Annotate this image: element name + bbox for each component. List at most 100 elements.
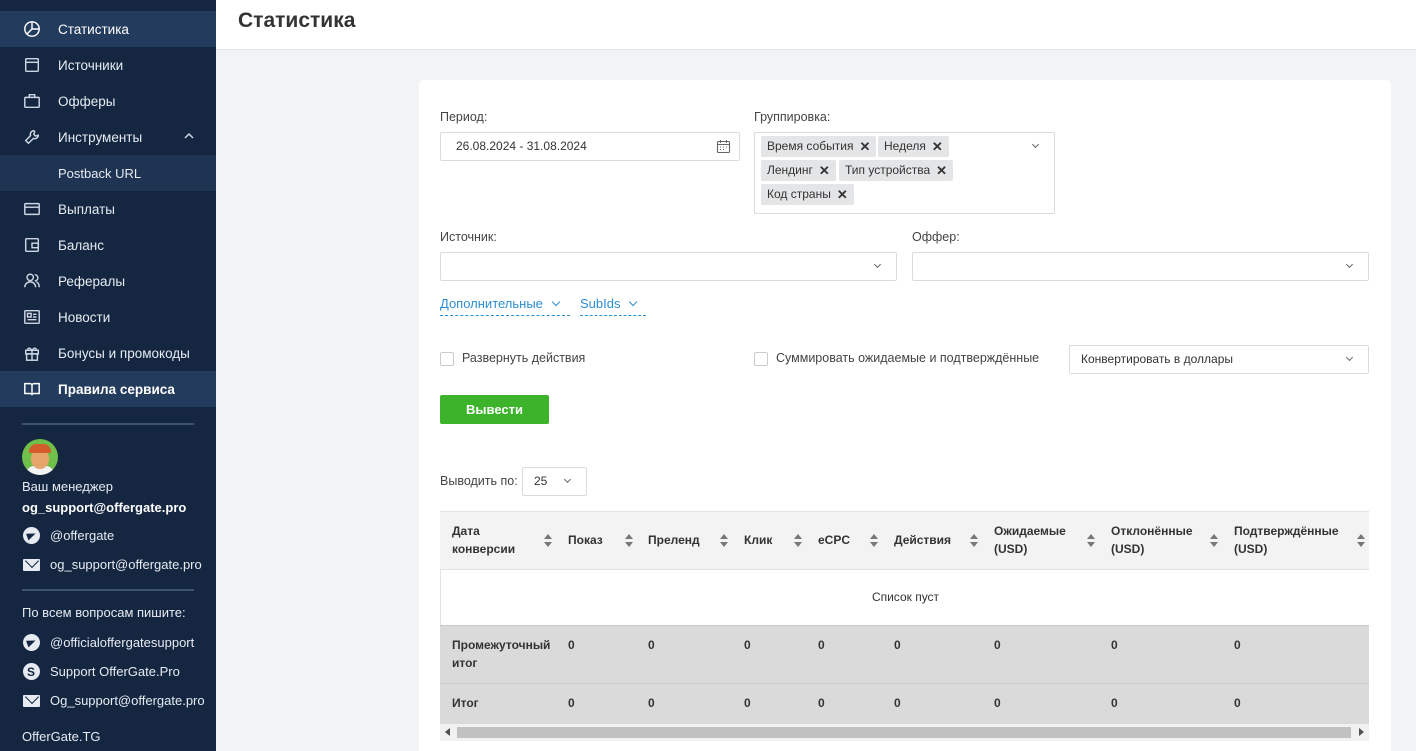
offer-select[interactable]	[912, 252, 1369, 281]
grouping-tag[interactable]: Неделя ✕	[878, 136, 949, 157]
subtotal-label: Промежуточный итог	[452, 638, 551, 670]
wrench-icon	[22, 127, 42, 147]
subtotal-cell: 0	[568, 638, 575, 652]
grouping-tag[interactable]: Тип устройства ✕	[839, 160, 954, 181]
sidebar-item-service-rules[interactable]: Правила сервиса	[0, 371, 216, 407]
book-icon	[22, 379, 42, 399]
support-mail-link[interactable]: Og_support@offergate.pro	[0, 686, 216, 715]
sort-icon[interactable]	[720, 534, 728, 548]
column-header[interactable]: Ожидаемые (USD)	[994, 522, 1074, 558]
sort-icon[interactable]	[1087, 534, 1095, 548]
users-icon	[22, 271, 42, 291]
period-label: Период:	[440, 110, 488, 124]
column-header[interactable]: Показ	[568, 531, 603, 549]
window-icon	[22, 55, 42, 75]
column-header[interactable]: Преленд	[648, 531, 700, 549]
manager-mail-text: og_support@offergate.pro	[50, 557, 202, 572]
table-empty-row: Список пуст	[440, 570, 1369, 625]
sort-icon[interactable]	[625, 534, 633, 548]
support-skype-link[interactable]: S Support OfferGate.Pro	[0, 657, 216, 686]
sidebar-item-balance[interactable]: Баланс	[0, 227, 216, 263]
sidebar-item-label: Новости	[58, 309, 111, 325]
period-input[interactable]: 26.08.2024 - 31.08.2024	[440, 132, 740, 161]
subids-label: SubIds	[580, 296, 621, 311]
per-page-value: 25	[534, 474, 548, 488]
sidebar-item-referrals[interactable]: Рефералы	[0, 263, 216, 299]
subtotal-cell: 0	[994, 638, 1001, 652]
sidebar-item-label: Выплаты	[58, 201, 115, 217]
remove-tag-icon[interactable]: ✕	[819, 164, 830, 181]
support-heading: По всем вопросам пишите:	[22, 605, 186, 620]
grouping-tag[interactable]: Код страны ✕	[761, 184, 854, 205]
sidebar-item-bonuses[interactable]: Бонусы и промокоды	[0, 335, 216, 371]
sort-icon[interactable]	[1210, 534, 1218, 548]
chevron-down-icon	[873, 260, 882, 269]
pie-chart-icon	[22, 19, 42, 39]
sidebar-item-sources[interactable]: Источники	[0, 47, 216, 83]
remove-tag-icon[interactable]: ✕	[837, 188, 848, 205]
column-header[interactable]: Дата конверсии	[452, 522, 532, 558]
horizontal-scrollbar[interactable]	[440, 724, 1369, 741]
scrollbar-thumb[interactable]	[457, 727, 1351, 738]
manager-email[interactable]: og_support@offergate.pro	[22, 500, 216, 515]
sum-label: Суммировать ожидаемые и подтверждённые	[776, 351, 1040, 365]
scroll-left-icon[interactable]	[445, 728, 450, 736]
currency-select[interactable]: Конвертировать в доллары	[1069, 345, 1369, 374]
sidebar-item-tools[interactable]: Инструменты	[0, 119, 216, 155]
column-header[interactable]: Подтверждённые (USD)	[1234, 522, 1340, 558]
empty-list-text: Список пуст	[871, 590, 940, 604]
sidebar-item-payouts[interactable]: Выплаты	[0, 191, 216, 227]
sort-icon[interactable]	[870, 534, 878, 548]
chevron-down-icon	[551, 297, 561, 307]
subtotal-cell: 0	[648, 638, 655, 652]
sidebar-item-statistics[interactable]: Статистика	[0, 11, 216, 47]
additional-filters-toggle[interactable]: Дополнительные	[440, 296, 570, 316]
mail-icon	[22, 692, 40, 710]
support-telegram-link[interactable]: @officialoffergatesupport	[0, 628, 216, 657]
telegram-icon	[22, 634, 40, 652]
grouping-tag[interactable]: Лендинг ✕	[761, 160, 836, 181]
sidebar-item-label: Офферы	[58, 93, 116, 109]
total-cell: 0	[818, 696, 825, 710]
sort-icon[interactable]	[544, 534, 552, 548]
column-header[interactable]: Клик	[744, 531, 772, 549]
chevron-down-icon	[563, 475, 572, 484]
expand-actions-label: Развернуть действия	[462, 351, 586, 365]
support-telegram-text: @officialoffergatesupport	[50, 635, 195, 650]
column-header[interactable]: eCPC	[818, 531, 850, 549]
subids-toggle[interactable]: SubIds	[580, 296, 646, 316]
chevron-up-icon	[184, 132, 194, 139]
manager-mail-link[interactable]: og_support@offergate.pro	[0, 550, 216, 579]
expand-actions-checkbox[interactable]	[440, 352, 454, 366]
remove-tag-icon[interactable]: ✕	[859, 140, 870, 157]
per-page-select[interactable]: 25	[522, 467, 587, 496]
sidebar-item-postback-url[interactable]: Postback URL	[0, 155, 216, 191]
per-page-label: Выводить по:	[440, 474, 518, 488]
calendar-icon	[716, 140, 731, 154]
scroll-right-icon[interactable]	[1359, 728, 1364, 736]
total-cell: 0	[568, 696, 575, 710]
sort-icon[interactable]	[794, 534, 802, 548]
sidebar-item-news[interactable]: Новости	[0, 299, 216, 335]
sidebar-item-offers[interactable]: Офферы	[0, 83, 216, 119]
grouping-tag[interactable]: Время события ✕	[761, 136, 877, 157]
column-header[interactable]: Действия	[894, 531, 951, 549]
sum-checkbox[interactable]	[754, 352, 768, 366]
sort-icon[interactable]	[970, 534, 978, 548]
additional-label: Дополнительные	[440, 296, 543, 311]
sidebar: Статистика Источники Офферы Инструменты …	[0, 0, 216, 751]
tag-label: Неделя	[884, 139, 926, 153]
submit-button[interactable]: Вывести	[440, 395, 549, 424]
sort-icon[interactable]	[1357, 534, 1365, 548]
skype-icon: S	[22, 663, 40, 681]
table-header: Дата конверсии Показ Преленд Клик eCPC Д…	[440, 511, 1369, 570]
subtotal-cell: 0	[744, 638, 751, 652]
subtotal-row: Промежуточный итог 0 0 0 0 0 0 0 0	[440, 625, 1369, 683]
manager-telegram-link[interactable]: @offergate	[0, 521, 216, 550]
manager-label: Ваш менеджер	[22, 479, 113, 494]
column-header[interactable]: Отклонённые (USD)	[1111, 522, 1197, 558]
remove-tag-icon[interactable]: ✕	[932, 140, 943, 157]
remove-tag-icon[interactable]: ✕	[936, 164, 947, 181]
source-select[interactable]	[440, 252, 897, 281]
currency-value: Конвертировать в доллары	[1081, 352, 1233, 366]
